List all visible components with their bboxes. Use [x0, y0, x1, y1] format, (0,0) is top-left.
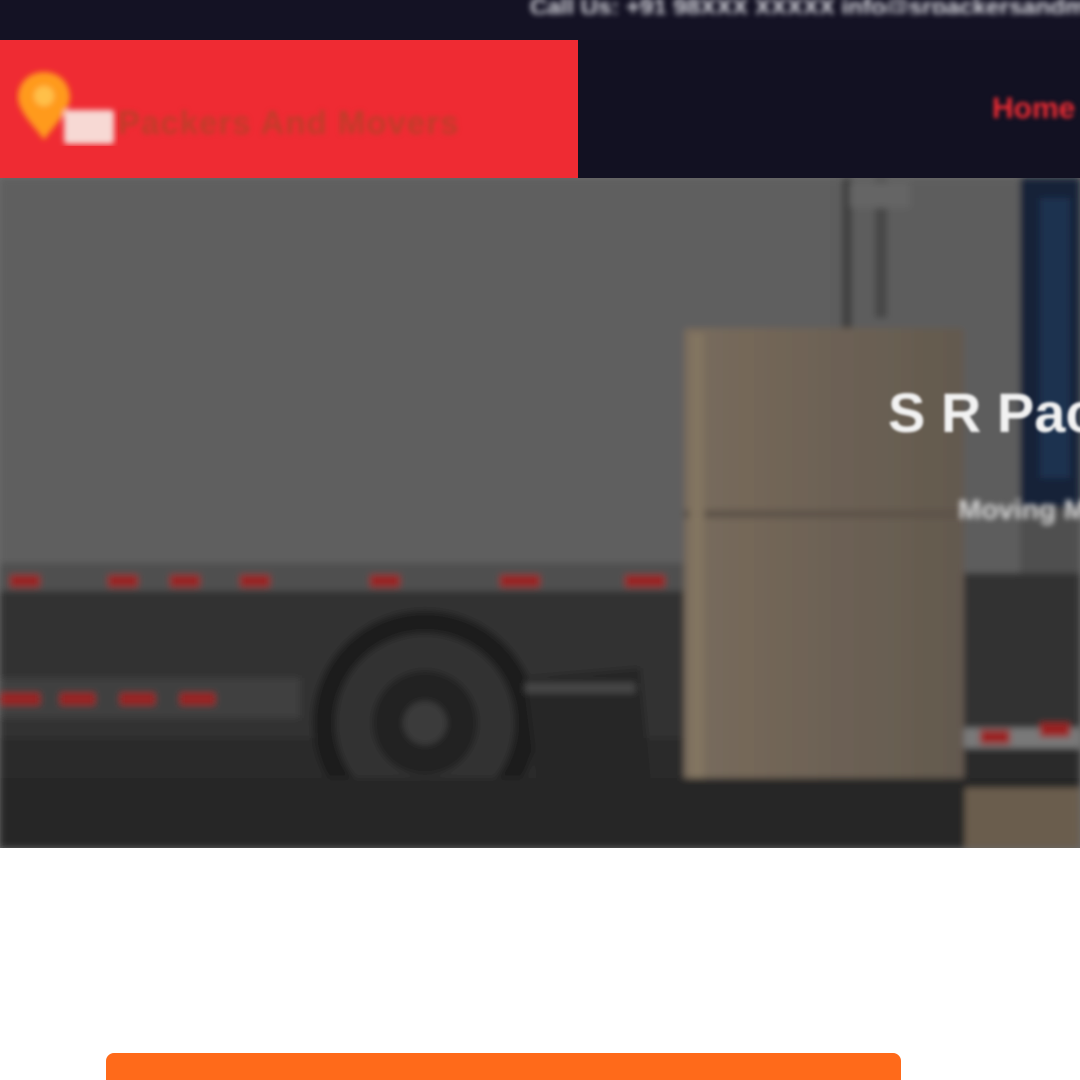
hero-banner: S R Packers And Movers Moving Made Easy	[0, 178, 1080, 848]
brand-name: Packers And Movers	[118, 104, 460, 141]
hero-truck-image	[0, 178, 1080, 848]
cta-button[interactable]	[106, 1053, 901, 1080]
nav-link-home[interactable]: Home	[992, 92, 1075, 126]
location-pin-logo-icon	[18, 72, 114, 144]
hero-subtitle: Moving Made Easy	[958, 494, 1080, 525]
brand-logo-link[interactable]: Packers And Movers	[0, 40, 578, 178]
site-header: Packers And Movers Home	[0, 40, 1080, 178]
content-section	[0, 848, 1080, 1080]
contact-info-text: Call Us: +91 98XXX XXXXX info@srpackersa…	[530, 0, 1080, 14]
page: Call Us: +91 98XXX XXXXX info@srpackersa…	[0, 0, 1080, 1080]
hero-title: S R Packers And Movers	[888, 381, 1080, 444]
top-bar: Call Us: +91 98XXX XXXXX info@srpackersa…	[0, 0, 1080, 40]
